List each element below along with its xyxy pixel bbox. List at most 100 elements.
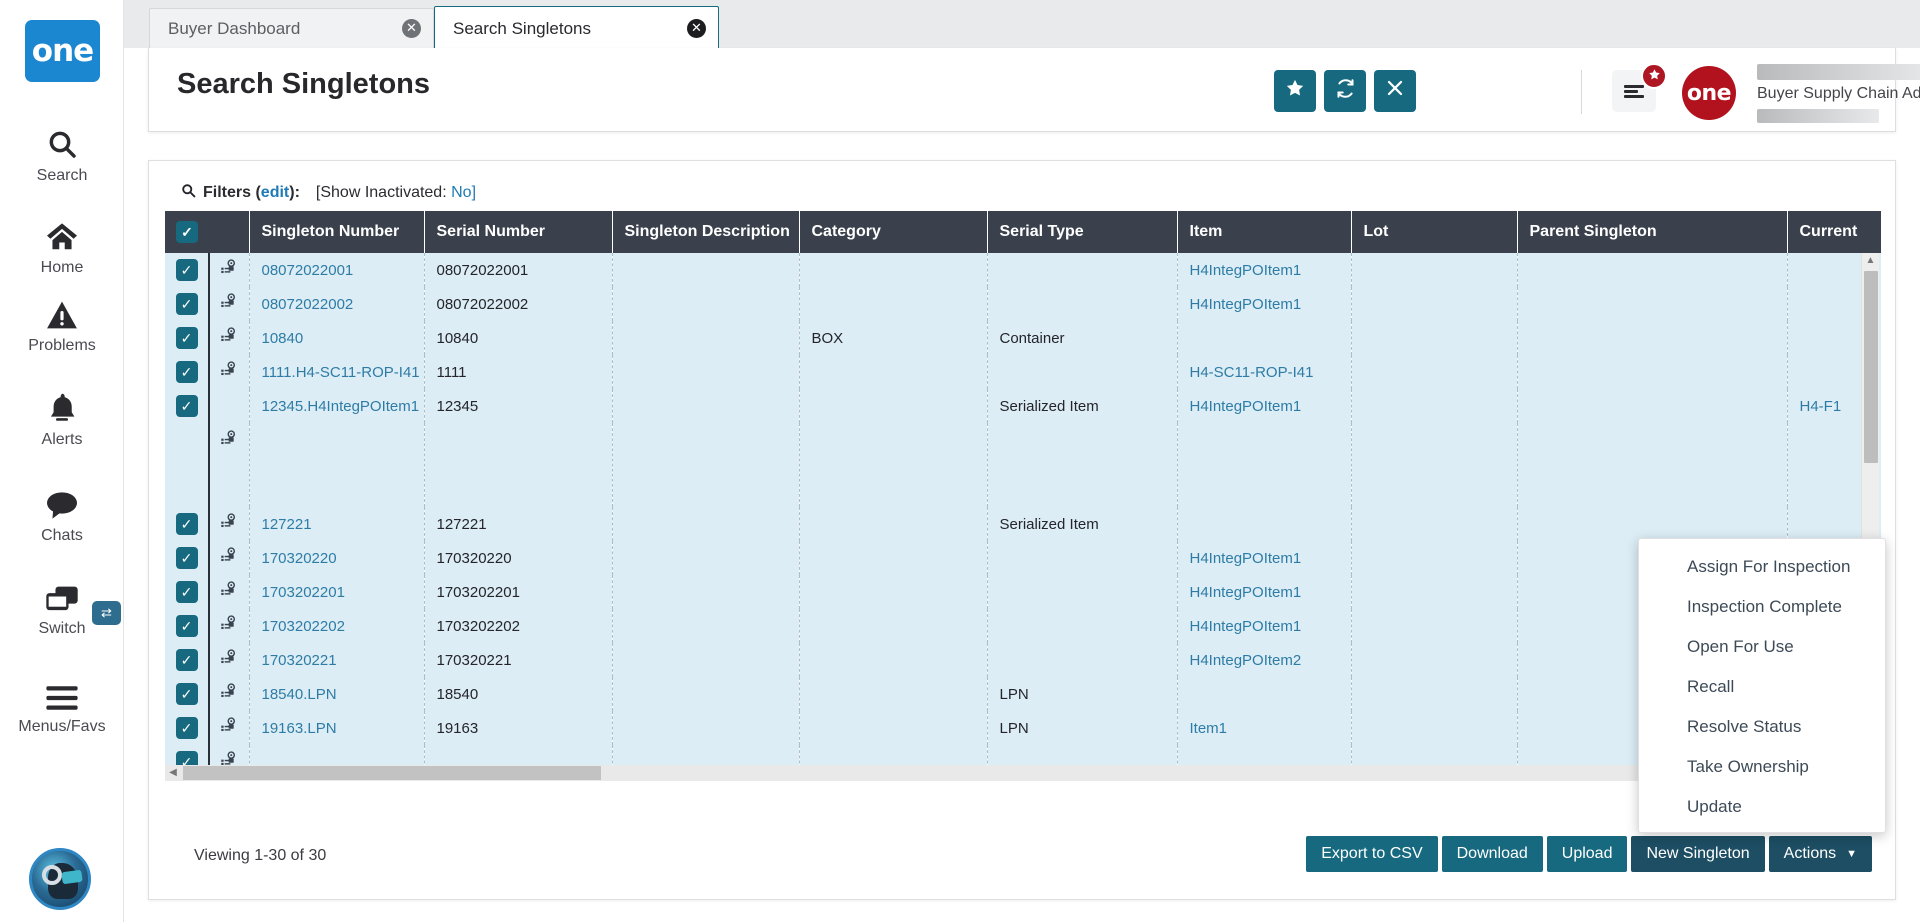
cell-link[interactable]: H4IntegPOItem1	[1190, 262, 1302, 279]
rail-item-search[interactable]: Search	[0, 128, 124, 185]
row-select-cell[interactable]: ✓	[165, 253, 209, 287]
cell-link[interactable]: 170320221	[262, 652, 337, 669]
scroll-up-arrow-icon[interactable]: ▲	[1862, 253, 1879, 269]
rail-item-problems[interactable]: Problems	[0, 300, 124, 355]
download-button[interactable]: Download	[1442, 836, 1543, 872]
cell-singleton-number[interactable]: 12345.H4IntegPOItem1	[249, 389, 424, 423]
tab-search-singletons[interactable]: Search Singletons ✕	[434, 6, 719, 50]
cell-item[interactable]: H4IntegPOItem2	[1177, 643, 1351, 677]
check-icon[interactable]: ✓	[176, 615, 198, 637]
check-icon[interactable]: ✓	[176, 513, 198, 535]
cell-link[interactable]: 19163.LPN	[262, 720, 337, 737]
table-row[interactable]: ✓170320221170320221H4IntegPOItem2	[165, 643, 1881, 677]
check-icon[interactable]: ✓	[176, 581, 198, 603]
row-record-icon-cell[interactable]	[209, 609, 249, 643]
export-to-csv-button[interactable]: Export to CSV	[1306, 836, 1437, 872]
table-row[interactable]: ✓17032022021703202202H4IntegPOItem1	[165, 609, 1881, 643]
column-serial-number[interactable]: Serial Number	[424, 211, 612, 253]
menu-item-update[interactable]: Update	[1639, 787, 1885, 827]
singleton-record-icon[interactable]	[220, 513, 240, 533]
singleton-record-icon[interactable]	[220, 615, 240, 635]
favorite-button[interactable]	[1274, 70, 1316, 112]
user-avatar[interactable]	[29, 848, 91, 910]
table-horizontal-scrollbar[interactable]: ◀	[165, 765, 1881, 781]
table-row[interactable]: ✓0807202200108072022001H4IntegPOItem1	[165, 253, 1881, 287]
row-select-cell[interactable]: ✓	[165, 711, 209, 745]
actions-button[interactable]: Actions ▼	[1769, 836, 1872, 872]
row-select-cell[interactable]: ✓	[165, 643, 209, 677]
actions-dropdown-menu[interactable]: Assign For InspectionInspection Complete…	[1638, 538, 1886, 833]
check-icon[interactable]: ✓	[176, 395, 198, 417]
close-circle-icon[interactable]: ✕	[687, 19, 706, 38]
column-current[interactable]: Current	[1787, 211, 1881, 253]
horizontal-scroll-thumb[interactable]	[183, 766, 601, 780]
check-icon[interactable]: ✓	[176, 361, 198, 383]
singleton-record-icon[interactable]	[220, 683, 240, 703]
row-select-cell[interactable]: ✓	[165, 507, 209, 541]
row-select-cell[interactable]: ✓	[165, 321, 209, 355]
cell-link[interactable]: 1111.H4-SC11-ROP-I41	[262, 364, 420, 381]
column-serial-type[interactable]: Serial Type	[987, 211, 1177, 253]
singleton-record-icon[interactable]	[220, 649, 240, 669]
refresh-button[interactable]	[1324, 70, 1366, 112]
singleton-record-icon[interactable]	[220, 259, 240, 279]
scroll-left-arrow-icon[interactable]: ◀	[165, 765, 181, 781]
column-parent-singleton[interactable]: Parent Singleton	[1517, 211, 1787, 253]
column-singleton-description[interactable]: Singleton Description	[612, 211, 799, 253]
table-row[interactable]: ✓19163.LPN19163LPNItem1	[165, 711, 1881, 745]
cell-singleton-number[interactable]: 08072022001	[249, 253, 424, 287]
cell-item[interactable]: H4IntegPOItem1	[1177, 541, 1351, 575]
row-record-icon-cell[interactable]	[209, 389, 249, 423]
cell-link[interactable]: 127221	[262, 516, 312, 533]
cell-link[interactable]: H4-SC11-ROP-I41	[1190, 364, 1314, 381]
cell-item[interactable]: Item1	[1177, 711, 1351, 745]
menu-item-recall[interactable]: Recall	[1639, 667, 1885, 707]
row-record-icon-cell[interactable]	[209, 423, 249, 507]
row-record-icon-cell[interactable]	[209, 253, 249, 287]
cell-item[interactable]: H4-SC11-ROP-I41	[1177, 355, 1351, 389]
row-record-icon-cell[interactable]	[209, 507, 249, 541]
cell-link[interactable]: H4IntegPOItem1	[1190, 296, 1302, 313]
table-row[interactable]: ✓127221127221Serialized Item	[165, 507, 1881, 541]
table-row[interactable]: ✓12345.H4IntegPOItem112345Serialized Ite…	[165, 389, 1881, 423]
check-icon[interactable]: ✓	[176, 717, 198, 739]
singleton-record-icon[interactable]	[220, 293, 240, 313]
cell-link[interactable]: H4IntegPOItem1	[1190, 618, 1302, 635]
cell-link[interactable]: 12345.H4IntegPOItem1	[262, 398, 420, 415]
new-singleton-button[interactable]: New Singleton	[1631, 836, 1764, 872]
column-category[interactable]: Category	[799, 211, 987, 253]
cell-link[interactable]: H4IntegPOItem1	[1190, 550, 1302, 567]
cell-singleton-number[interactable]: 127221	[249, 507, 424, 541]
rail-item-alerts[interactable]: Alerts	[0, 392, 124, 449]
row-select-cell[interactable]: ✓	[165, 355, 209, 389]
row-record-icon-cell[interactable]	[209, 677, 249, 711]
cell-singleton-number[interactable]: 19163.LPN	[249, 711, 424, 745]
filters-edit-link[interactable]: edit	[261, 184, 289, 202]
cell-link[interactable]: 170320220	[262, 550, 337, 567]
cell-link[interactable]: 10840	[262, 330, 304, 347]
row-record-icon-cell[interactable]	[209, 321, 249, 355]
table-row[interactable]	[165, 423, 1881, 507]
table-row[interactable]: ✓17032022011703202201H4IntegPOItem1	[165, 575, 1881, 609]
rail-item-menus-favs[interactable]: Menus/Favs	[0, 685, 124, 736]
check-icon[interactable]: ✓	[176, 649, 198, 671]
singleton-record-icon[interactable]	[220, 361, 240, 381]
cell-link[interactable]: 08072022002	[262, 296, 354, 313]
vertical-scroll-thumb[interactable]	[1864, 271, 1878, 463]
cell-link[interactable]: H4IntegPOItem2	[1190, 652, 1302, 669]
row-record-icon-cell[interactable]	[209, 711, 249, 745]
cell-singleton-number[interactable]: 18540.LPN	[249, 677, 424, 711]
row-select-cell[interactable]: ✓	[165, 541, 209, 575]
check-icon[interactable]: ✓	[176, 221, 198, 243]
row-select-cell[interactable]	[165, 423, 209, 507]
row-select-cell[interactable]: ✓	[165, 609, 209, 643]
favorites-badge[interactable]	[1641, 63, 1667, 89]
cell-singleton-number[interactable]: 1703202201	[249, 575, 424, 609]
tab-buyer-dashboard[interactable]: Buyer Dashboard ✕	[149, 8, 434, 48]
singleton-record-icon[interactable]	[220, 327, 240, 347]
table-row[interactable]: ✓18540.LPN18540LPN	[165, 677, 1881, 711]
column-singleton-number[interactable]: Singleton Number	[249, 211, 424, 253]
column-item[interactable]: Item	[1177, 211, 1351, 253]
row-record-icon-cell[interactable]	[209, 541, 249, 575]
row-select-cell[interactable]: ✓	[165, 575, 209, 609]
